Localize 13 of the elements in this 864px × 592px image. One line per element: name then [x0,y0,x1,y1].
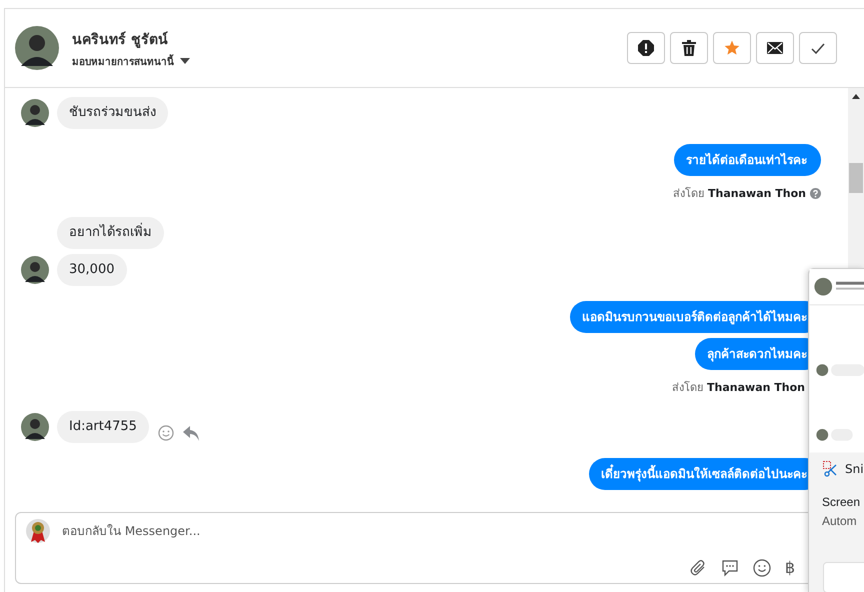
message-bubble: รายได้ต่อเดือนเท่าไรคะ [674,144,821,176]
app-name: Sni [845,462,864,476]
message-bubble: อยากได้รถเพิ่ม [57,217,164,249]
sender-name: Thanawan Thon [707,380,805,394]
notification-title: Screen [822,494,862,509]
message-bubble: ชับรถร่วมขนส่ง [57,97,168,129]
message-bubble: 30,000 [57,254,126,286]
sent-by-label: ส่งโดย [672,380,704,396]
sent-by-label: ส่งโดย [673,186,704,202]
notification-text: Autom [822,514,858,528]
message-bubble: Id:art4755 [57,411,149,443]
sender-name: Thanawan Thon [708,186,806,200]
contact-name: นครินทร์ ชูรัตน์ [72,30,169,50]
